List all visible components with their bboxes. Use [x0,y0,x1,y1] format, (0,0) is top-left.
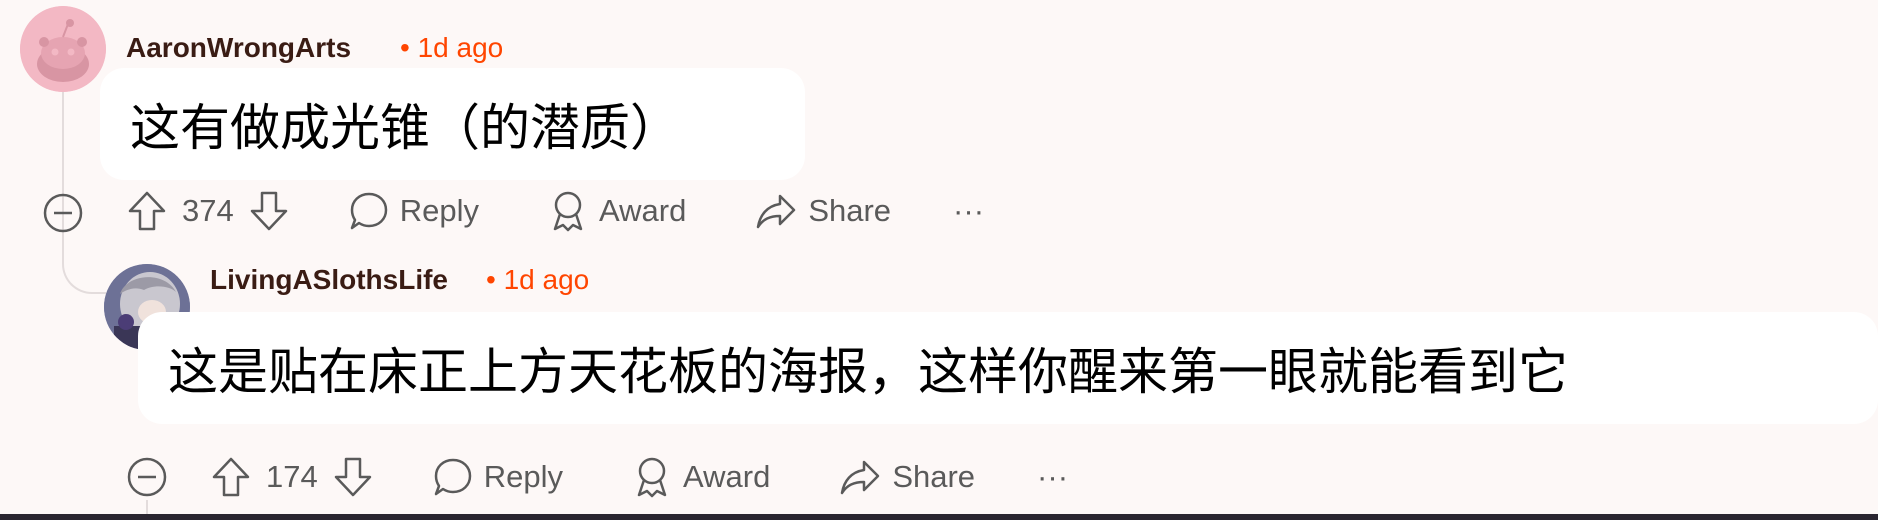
share-icon [757,194,796,229]
thread-line [146,500,148,514]
award-button[interactable]: Award [547,189,686,233]
award-icon [637,457,667,498]
reply-button[interactable]: Reply [432,456,563,498]
more-options-button[interactable]: ··· [953,193,984,229]
award-label: Award [599,193,687,228]
reddit-snoo-icon [20,6,106,92]
avatar[interactable] [20,6,106,92]
reply-label: Reply [399,193,479,228]
share-button[interactable]: Share [754,190,891,232]
chat-bubble-icon [350,192,387,230]
video-edge [0,514,1878,520]
arrow-up-icon [212,457,250,497]
collapse-button[interactable] [42,192,83,233]
comment-actions: 174 Reply Award Share ··· [210,452,1068,502]
downvote-button[interactable] [332,455,374,499]
timestamp[interactable]: • 1d ago [400,32,503,64]
arrow-down-icon [334,457,371,497]
share-label: Share [892,459,976,494]
timestamp[interactable]: • 1d ago [486,264,589,296]
upvote-button[interactable] [126,189,168,233]
collapse-button[interactable] [126,456,167,497]
reply-label: Reply [483,459,563,494]
chat-bubble-icon [434,458,471,496]
award-icon [553,191,583,232]
award-label: Award [683,459,771,494]
award-button[interactable]: Award [631,455,770,499]
share-label: Share [808,193,892,228]
comment-text: 这是贴在床正上方天花板的海报，这样你醒来第一眼就能看到它 [168,343,1568,401]
reply-button[interactable]: Reply [348,190,479,232]
share-button[interactable]: Share [838,456,975,498]
comment-actions: 374 Reply Award Share ··· [126,186,984,236]
vote-count: 374 [182,193,234,228]
more-options-icon: ··· [1037,459,1069,494]
comment-body: 这是贴在床正上方天花板的海报，这样你醒来第一眼就能看到它 [138,312,1878,424]
upvote-button[interactable] [210,455,252,499]
username[interactable]: LivingASlothsLife [210,264,448,296]
comment-text: 这有做成光锥（的潜质） [130,99,680,157]
arrow-down-icon [250,191,287,231]
username[interactable]: AaronWrongArts [126,32,351,64]
comment-body: 这有做成光锥（的潜质） [100,68,805,180]
arrow-up-icon [128,191,166,231]
vote-count: 174 [266,459,318,494]
collapse-icon [43,193,83,233]
more-options-icon: ··· [953,193,985,228]
more-options-button[interactable]: ··· [1037,459,1068,495]
share-icon [841,460,880,495]
collapse-icon [127,457,167,497]
downvote-button[interactable] [248,189,290,233]
